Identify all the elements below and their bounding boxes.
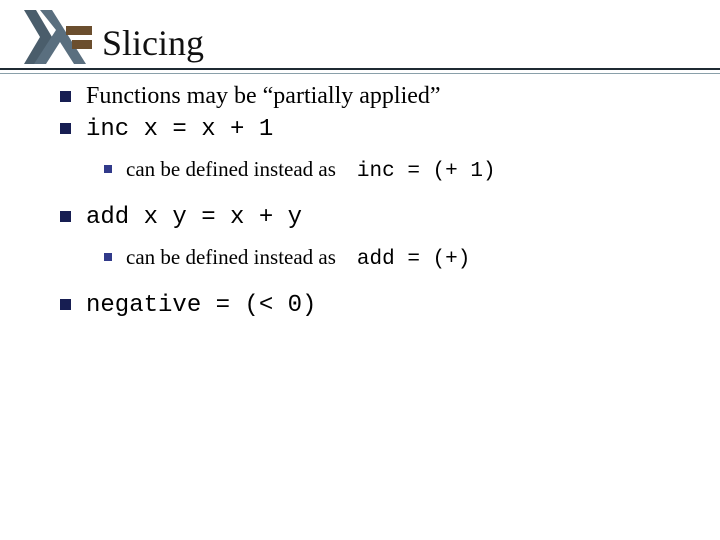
slide-body: Functions may be “partially applied” inc… [52, 80, 692, 324]
slide: Slicing Functions may be “partially appl… [0, 0, 720, 540]
sub-bullet-item: can be defined instead as inc = (+ 1) [52, 155, 692, 186]
slide-title: Slicing [102, 22, 204, 64]
bullet-item: Functions may be “partially applied” [52, 80, 692, 112]
sub-bullet-text: can be defined instead as [126, 245, 336, 269]
haskell-logo [16, 4, 96, 70]
sub-bullet-item: can be defined instead as add = (+) [52, 243, 692, 274]
bullet-item: add x y = x + y [52, 200, 692, 234]
bullet-code: negative = (< 0) [86, 292, 316, 319]
sub-bullet-code: inc = (+ 1) [357, 160, 496, 183]
bullet-code: inc x = x + 1 [86, 116, 273, 143]
bullet-item: inc x = x + 1 [52, 112, 692, 146]
bullet-code: add x y = x + y [86, 204, 302, 231]
bullet-text: Functions may be “partially applied” [86, 83, 441, 109]
title-underline [0, 68, 720, 74]
bullet-item: negative = (< 0) [52, 288, 692, 322]
square-bullet-icon [60, 299, 71, 310]
sub-bullet-code: add = (+) [357, 248, 470, 271]
square-bullet-icon [60, 91, 71, 102]
sub-bullet-text: can be defined instead as [126, 157, 336, 181]
square-bullet-icon [104, 165, 112, 173]
square-bullet-icon [104, 253, 112, 261]
square-bullet-icon [60, 211, 71, 222]
title-row: Slicing [0, 18, 720, 64]
square-bullet-icon [60, 123, 71, 134]
